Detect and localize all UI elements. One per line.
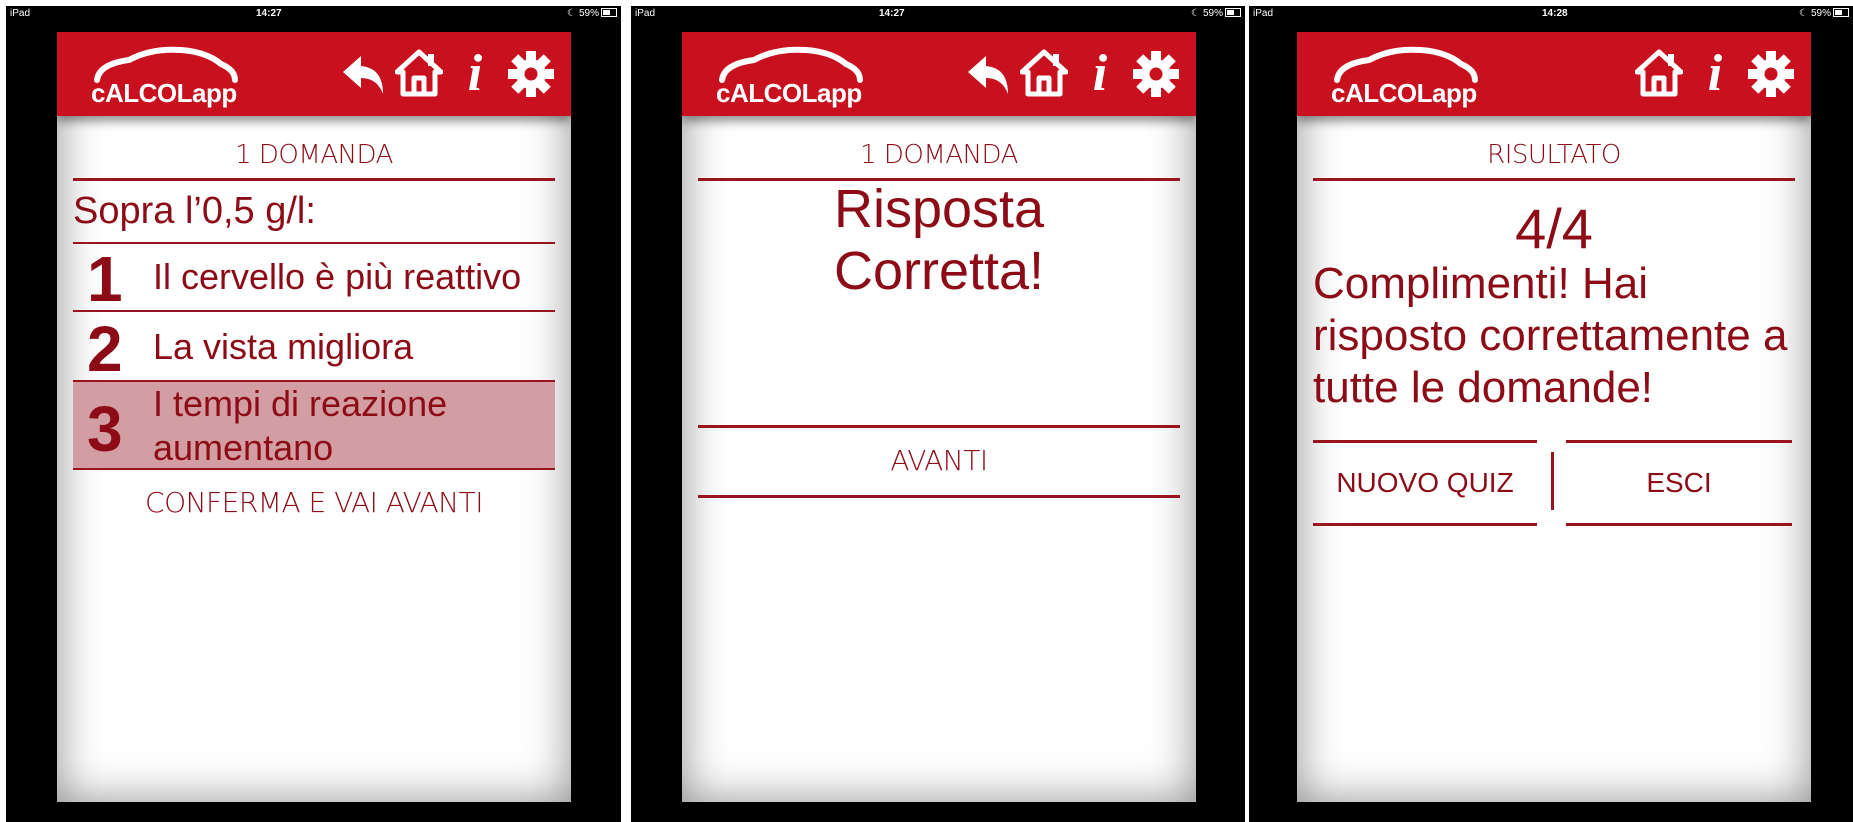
app-header: cALCOLapp i [1297, 32, 1811, 116]
header-icons: i [339, 48, 555, 100]
app-screen: cALCOLapp i 1 DOMANDA Sopra l’0,5 g/l: 1… [57, 32, 571, 802]
divider [73, 468, 555, 470]
new-quiz-label: NUOVO QUIZ [1336, 467, 1514, 498]
status-bar: iPad 14:27 ☾ 59% [6, 6, 621, 22]
confirm-button[interactable]: CONFERMA E VAI AVANTI [73, 486, 555, 519]
app-header: cALCOLapp i [682, 32, 1196, 116]
app-logo: cALCOLapp [1329, 44, 1479, 108]
ipad-screenshot-feedback: iPad 14:27 ☾ 59% cALCOLapp i 1 DOMANDA R… [631, 6, 1245, 822]
battery-indicator: ☾ 59% [567, 8, 617, 19]
new-quiz-button[interactable]: NUOVO QUIZ [1313, 440, 1537, 526]
next-button[interactable]: AVANTI [698, 444, 1180, 477]
answer-number: 1 [87, 243, 123, 315]
divider [1313, 178, 1795, 181]
info-icon[interactable]: i [1691, 48, 1739, 100]
battery-percent: 59% [578, 8, 599, 19]
answer-option-3[interactable]: 3 I tempi di reazione aumentano [73, 382, 555, 468]
gear-icon[interactable] [507, 48, 555, 100]
carrier-label: iPad [635, 8, 656, 19]
divider [698, 425, 1180, 428]
answer-option-2[interactable]: 2 La vista migliora [73, 312, 555, 385]
moon-icon: ☾ [1191, 8, 1200, 19]
home-icon[interactable] [1635, 48, 1683, 100]
status-bar: iPad 14:28 ☾ 59% [1249, 6, 1853, 22]
answer-option-1[interactable]: 1 Il cervello è più reattivo [73, 243, 555, 315]
ipad-screenshot-result: iPad 14:28 ☾ 59% cALCOLapp i RISULTATO 4… [1249, 6, 1853, 822]
battery-indicator: ☾ 59% [1191, 8, 1241, 19]
carrier-label: iPad [10, 8, 31, 19]
clock: 14:28 [1542, 8, 1568, 19]
divider [73, 178, 555, 181]
header-icons: i [964, 48, 1180, 100]
back-arrow-icon[interactable] [964, 48, 1012, 100]
clock: 14:27 [256, 8, 282, 19]
answer-text: La vista migliora [153, 326, 414, 367]
exit-button[interactable]: ESCI [1566, 440, 1792, 526]
answer-number: 2 [87, 313, 123, 385]
info-icon[interactable]: i [1076, 48, 1124, 100]
app-logo: cALCOLapp [714, 44, 864, 108]
answer-text: I tempi di reazione aumentano [153, 383, 448, 468]
header-icons: i [1635, 48, 1795, 100]
home-icon[interactable] [1020, 48, 1068, 100]
battery-icon [1225, 8, 1241, 17]
app-header: cALCOLapp i [57, 32, 571, 116]
clock: 14:27 [879, 8, 905, 19]
question-text: Sopra l’0,5 g/l: [73, 190, 316, 232]
gear-icon[interactable] [1132, 48, 1180, 100]
feedback-message-line2: Corretta! [833, 241, 1045, 301]
divider [698, 495, 1180, 498]
page-title: 1 DOMANDA [860, 140, 1018, 170]
feedback-message-line1: Risposta [833, 179, 1045, 239]
score: 4/4 [1515, 197, 1593, 260]
home-icon[interactable] [395, 48, 443, 100]
app-screen: cALCOLapp i 1 DOMANDA Risposta Corretta!… [682, 32, 1196, 802]
ipad-screenshot-question: iPad 14:27 ☾ 59% cALCOLapp i 1 DOMANDA S… [6, 6, 621, 822]
app-screen: cALCOLapp i RISULTATO 4/4 Complimenti! H… [1297, 32, 1811, 802]
exit-label: ESCI [1646, 467, 1712, 498]
info-icon[interactable]: i [451, 48, 499, 100]
moon-icon: ☾ [1799, 8, 1808, 19]
battery-percent: 59% [1810, 8, 1831, 19]
page-title: RISULTATO [1487, 140, 1621, 170]
app-logo: cALCOLapp [89, 44, 239, 108]
logo-text: cALCOLapp [1331, 78, 1477, 108]
battery-percent: 59% [1202, 8, 1223, 19]
status-bar: iPad 14:27 ☾ 59% [631, 6, 1245, 22]
battery-icon [1833, 8, 1849, 17]
carrier-label: iPad [1253, 8, 1274, 19]
answer-text: Il cervello è più reattivo [153, 256, 522, 297]
result-message: Complimenti! Hai risposto correttamente … [1313, 259, 1788, 412]
page-title: 1 DOMANDA [235, 140, 393, 170]
moon-icon: ☾ [567, 8, 576, 19]
battery-indicator: ☾ 59% [1799, 8, 1849, 19]
back-arrow-icon[interactable] [339, 48, 387, 100]
button-divider [1551, 452, 1554, 510]
logo-text: cALCOLapp [91, 78, 237, 108]
logo-text: cALCOLapp [716, 78, 862, 108]
answer-number: 3 [87, 393, 123, 465]
gear-icon[interactable] [1747, 48, 1795, 100]
battery-icon [601, 8, 617, 17]
